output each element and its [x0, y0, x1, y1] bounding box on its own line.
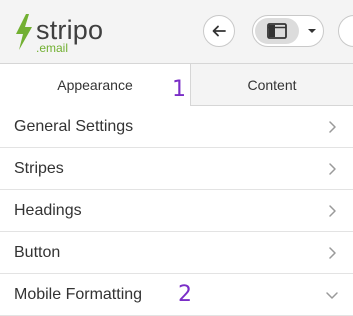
view-options-dropdown[interactable]: [301, 16, 323, 46]
chevron-down-icon: [326, 292, 338, 299]
settings-item-label: Mobile Formatting: [14, 286, 143, 303]
caret-down-icon: [308, 29, 316, 33]
settings-item-label: Button: [14, 244, 61, 261]
settings-item-stripes[interactable]: Stripes: [0, 148, 353, 190]
chevron-right-icon: [329, 205, 336, 217]
chevron-right-icon: [329, 163, 336, 175]
stripo-logo[interactable]: stripo .email: [13, 12, 113, 55]
tab-appearance-label: Appearance: [57, 77, 133, 93]
annotation-marker-2: 2: [178, 282, 192, 307]
view-mode-toggle: [252, 15, 324, 47]
annotation-marker-1: 1: [172, 77, 186, 102]
settings-item-label: Headings: [14, 202, 82, 219]
settings-item-label: General Settings: [14, 118, 134, 135]
layout-view-button[interactable]: [255, 18, 299, 44]
tab-content[interactable]: Content: [190, 64, 353, 106]
tab-appearance[interactable]: Appearance: [0, 64, 190, 106]
settings-item-mobile-formatting[interactable]: Mobile Formatting: [0, 274, 353, 316]
bolt-icon: [16, 14, 32, 50]
tab-content-label: Content: [247, 77, 297, 93]
chevron-right-icon: [329, 121, 336, 133]
logo-subtext: .email: [36, 41, 69, 55]
chevron-right-icon: [329, 247, 336, 259]
settings-item-label: Stripes: [14, 160, 64, 177]
back-button[interactable]: [203, 15, 235, 47]
more-button[interactable]: [338, 15, 353, 47]
settings-item-headings[interactable]: Headings: [0, 190, 353, 232]
arrow-left-icon: [212, 25, 226, 37]
top-toolbar: stripo .email: [0, 0, 353, 64]
settings-list: General Settings Stripes Headings Button…: [0, 106, 353, 316]
settings-item-button[interactable]: Button: [0, 232, 353, 274]
settings-item-general-settings[interactable]: General Settings: [0, 106, 353, 148]
panel-layout-icon: [267, 23, 287, 39]
